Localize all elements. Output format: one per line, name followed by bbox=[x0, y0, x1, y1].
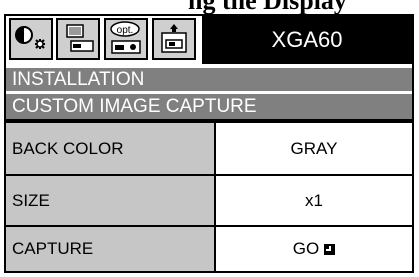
model-display: XGA60 bbox=[202, 16, 412, 64]
section-title: INSTALLATION bbox=[12, 69, 145, 90]
tab-installation[interactable] bbox=[152, 18, 196, 60]
row-label-cell: SIZE bbox=[6, 176, 216, 225]
caption-text: ng the Display bbox=[188, 0, 347, 14]
option-icon: opt. bbox=[110, 21, 141, 54]
tab-option[interactable]: opt. bbox=[104, 18, 148, 60]
row-label: SIZE bbox=[12, 190, 50, 210]
section-header: INSTALLATION bbox=[6, 66, 412, 91]
menu-title-bar: CUSTOM IMAGE CAPTURE bbox=[6, 92, 412, 119]
row-label-cell: BACK COLOR bbox=[6, 123, 216, 174]
menu-row-capture[interactable]: CAPTURE GO bbox=[6, 227, 412, 271]
menu-icon-bar: opt. XGA60 bbox=[6, 16, 412, 66]
capture-value: GO bbox=[292, 239, 320, 258]
row-label: BACK COLOR bbox=[12, 138, 124, 158]
installation-icon bbox=[161, 24, 187, 53]
row-value-cell[interactable]: GO bbox=[216, 227, 412, 271]
row-value-cell[interactable]: x1 bbox=[216, 176, 412, 225]
menu-row-back-color[interactable]: BACK COLOR GRAY bbox=[6, 123, 412, 174]
model-name: XGA60 bbox=[271, 27, 343, 52]
row-label: CAPTURE bbox=[12, 239, 94, 258]
row-value-cell[interactable]: GRAY bbox=[216, 123, 412, 174]
svg-text:opt.: opt. bbox=[117, 25, 134, 36]
image-icon bbox=[66, 24, 94, 52]
back-color-value[interactable]: GRAY bbox=[216, 123, 412, 174]
size-value[interactable]: x1 bbox=[216, 176, 412, 225]
enter-icon bbox=[324, 243, 336, 255]
tab-image[interactable] bbox=[56, 18, 100, 60]
tab-picture[interactable] bbox=[9, 18, 53, 60]
menu-row-size[interactable]: SIZE x1 bbox=[6, 176, 412, 225]
row-label-cell: CAPTURE bbox=[6, 227, 216, 271]
capture-go-button[interactable]: GO bbox=[216, 227, 412, 271]
osd-menu: opt. XGA60 INSTALLATION CUSTOM IMAGE CAP… bbox=[4, 14, 414, 273]
menu-title: CUSTOM IMAGE CAPTURE bbox=[12, 96, 257, 117]
page-caption-clipped: ng the Display bbox=[0, 0, 419, 14]
picture-icon bbox=[15, 26, 45, 49]
